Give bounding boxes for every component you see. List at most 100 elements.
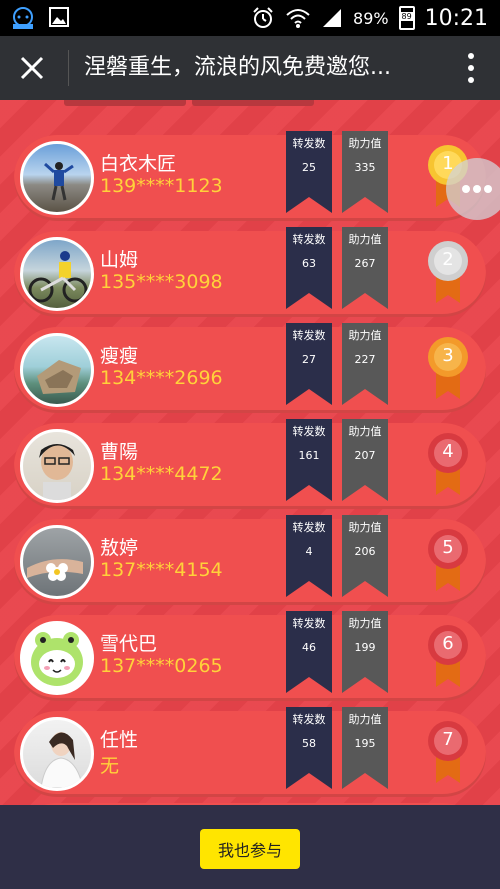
help-label: 助力值 <box>348 617 382 630</box>
avatar <box>20 141 94 215</box>
list-item[interactable]: 瘦瘦 134****2696 转发数 27 助力值 227 3 <box>14 323 486 413</box>
more-options-icon[interactable] <box>464 52 478 84</box>
forward-label: 转发数 <box>292 713 326 726</box>
help-value-ribbon: 助力值 195 <box>342 707 388 789</box>
rank-medal-red: 6 <box>428 623 474 687</box>
forward-value: 46 <box>302 641 316 654</box>
title-bar: 涅磐重生，流浪的风免费邀您... <box>0 36 500 100</box>
rank-number: 2 <box>442 249 454 270</box>
help-value: 335 <box>354 161 376 174</box>
avatar-portrait-icon <box>39 444 75 500</box>
rank-medal-red: 4 <box>428 431 474 495</box>
rank-number: 5 <box>442 537 454 558</box>
forward-count-ribbon: 转发数 4 <box>286 515 332 597</box>
title-divider <box>68 50 69 86</box>
help-label: 助力值 <box>348 233 382 246</box>
forward-value: 25 <box>302 161 316 174</box>
avatar <box>20 717 94 791</box>
wifi-icon <box>286 9 310 28</box>
help-value-ribbon: 助力值 335 <box>342 131 388 213</box>
page-title: 涅磐重生，流浪的风免费邀您... <box>84 55 391 80</box>
user-name: 敖婷 <box>100 537 139 559</box>
avatar <box>20 237 94 311</box>
image-icon <box>49 7 69 27</box>
list-item[interactable]: 雪代巴 137****0265 转发数 46 助力值 199 6 <box>14 611 486 701</box>
help-value: 267 <box>354 257 376 270</box>
help-label: 助力值 <box>348 521 382 534</box>
help-value: 227 <box>354 353 376 366</box>
avatar-frog-cartoon-icon <box>31 632 83 686</box>
signal-icon <box>323 9 342 27</box>
more-dots-icon <box>462 185 492 193</box>
help-value: 206 <box>354 545 376 558</box>
rank-medal-bronze: 3 <box>428 335 474 399</box>
chat-app-icon <box>13 7 33 29</box>
user-phone: 无 <box>100 755 120 777</box>
forward-count-ribbon: 转发数 25 <box>286 131 332 213</box>
alarm-icon <box>253 7 273 28</box>
rank-medal-silver: 2 <box>428 239 474 303</box>
join-button[interactable]: 我也参与 <box>200 829 300 869</box>
user-phone: 137****0265 <box>100 655 223 677</box>
tab-indicator-right[interactable] <box>192 100 314 106</box>
forward-label: 转发数 <box>292 521 326 534</box>
rank-medal-red: 5 <box>428 527 474 591</box>
rank-number: 7 <box>442 729 454 750</box>
close-icon[interactable] <box>14 50 50 86</box>
help-label: 助力值 <box>348 137 382 150</box>
avatar <box>20 525 94 599</box>
avatar <box>20 333 94 407</box>
bottom-bar: 我也参与 <box>0 805 500 889</box>
floating-menu-button[interactable] <box>446 158 500 220</box>
help-label: 助力值 <box>348 713 382 726</box>
help-value-ribbon: 助力值 199 <box>342 611 388 693</box>
list-item[interactable]: 白衣木匠 139****1123 转发数 25 助力值 335 1 <box>14 131 486 221</box>
forward-label: 转发数 <box>292 233 326 246</box>
forward-count-ribbon: 转发数 58 <box>286 707 332 789</box>
list-item[interactable]: 山姆 135****3098 转发数 63 助力值 267 2 <box>14 227 486 317</box>
help-label: 助力值 <box>348 425 382 438</box>
user-name: 白衣木匠 <box>100 153 177 175</box>
tab-indicator-left[interactable] <box>64 100 186 106</box>
user-name: 任性 <box>100 729 139 751</box>
ranking-list: 白衣木匠 139****1123 转发数 25 助力值 335 1 山姆 135… <box>0 100 500 805</box>
list-item[interactable]: 敖婷 137****4154 转发数 4 助力值 206 5 <box>14 515 486 605</box>
battery-level: 89 <box>399 12 414 21</box>
avatar-flower-icon <box>27 559 83 581</box>
forward-value: 58 <box>302 737 316 750</box>
list-item[interactable]: 任性 无 转发数 58 助力值 195 7 <box>14 707 486 797</box>
status-left-icons <box>10 6 70 30</box>
list-item[interactable]: 曹陽 134****4472 转发数 161 助力值 207 4 <box>14 419 486 509</box>
forward-count-ribbon: 转发数 63 <box>286 227 332 309</box>
status-bar: 89% 89 10:21 <box>0 0 500 36</box>
rank-number: 3 <box>442 345 454 366</box>
user-phone: 134****2696 <box>100 367 223 389</box>
forward-label: 转发数 <box>292 137 326 150</box>
forward-label: 转发数 <box>292 329 326 342</box>
user-name: 山姆 <box>100 249 139 271</box>
user-name: 曹陽 <box>100 441 139 463</box>
help-value: 195 <box>354 737 376 750</box>
forward-count-ribbon: 转发数 46 <box>286 611 332 693</box>
rank-medal-red: 7 <box>428 719 474 783</box>
forward-value: 161 <box>298 449 320 462</box>
avatar <box>20 429 94 503</box>
avatar-cyclist-icon <box>28 251 88 303</box>
forward-count-ribbon: 转发数 27 <box>286 323 332 405</box>
battery-percent: 89% <box>353 8 389 28</box>
user-phone: 134****4472 <box>100 463 223 485</box>
avatar-person-icon <box>44 162 74 201</box>
help-value-ribbon: 助力值 227 <box>342 323 388 405</box>
user-phone: 135****3098 <box>100 271 223 293</box>
help-value-ribbon: 助力值 206 <box>342 515 388 597</box>
status-right: 89% 89 10:21 <box>251 0 488 36</box>
user-phone: 137****4154 <box>100 559 223 581</box>
help-value: 199 <box>354 641 376 654</box>
rank-number: 4 <box>442 441 454 462</box>
help-label: 助力值 <box>348 329 382 342</box>
avatar <box>20 621 94 695</box>
help-value-ribbon: 助力值 267 <box>342 227 388 309</box>
user-name: 雪代巴 <box>100 633 158 655</box>
battery-icon: 89 <box>398 6 415 30</box>
forward-label: 转发数 <box>292 425 326 438</box>
